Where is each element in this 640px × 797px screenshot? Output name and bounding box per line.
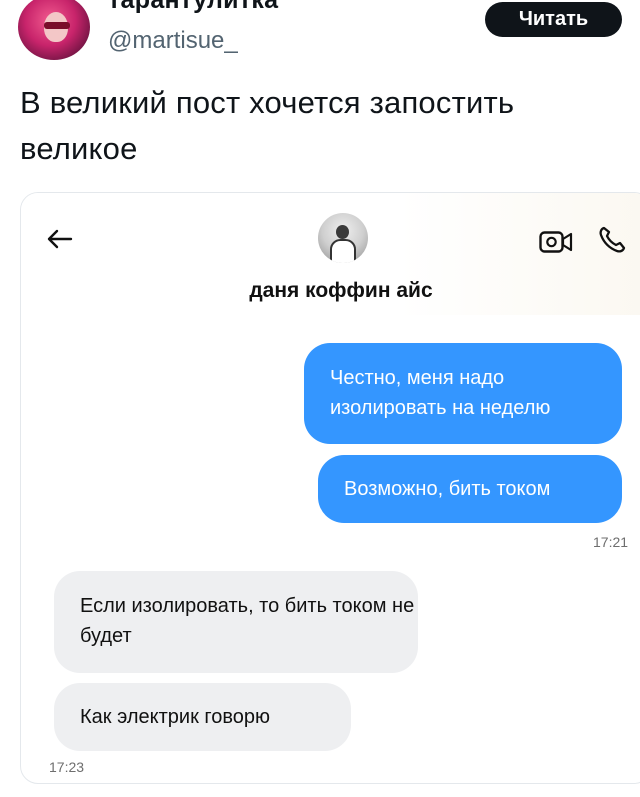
tweet-text: В великий пост хочется запостить великое — [20, 85, 515, 166]
contact-name[interactable]: даня коффин айс — [21, 279, 640, 303]
embedded-chat-screenshot[interactable]: даня коффин айс Честно, меня надо изолир… — [20, 192, 640, 784]
message-bubble-incoming[interactable]: Если изолировать, то бить током не будет — [54, 571, 418, 673]
author-avatar[interactable] — [18, 0, 90, 60]
message-bubble-outgoing[interactable]: Честно, меня надо изолировать на неделю — [304, 343, 622, 444]
arrow-left-icon[interactable] — [45, 227, 73, 251]
message-bubble-outgoing[interactable]: Возможно, бить током — [318, 455, 622, 523]
phone-icon[interactable] — [597, 225, 627, 255]
video-call-icon[interactable] — [539, 231, 573, 253]
message-timestamp: 17:23 — [49, 759, 85, 775]
avatar-glasses — [44, 22, 70, 29]
contact-avatar[interactable] — [318, 213, 368, 263]
message-timestamp: 17:21 — [593, 534, 629, 550]
author-handle[interactable]: @martisue_ — [108, 27, 238, 55]
author-display-name[interactable]: тарантулитка — [108, 0, 278, 15]
chat-header: даня коффин айс — [21, 193, 640, 315]
contact-avatar-body — [330, 239, 356, 263]
message-bubble-incoming[interactable]: Как электрик говорю — [54, 683, 351, 751]
contact-avatar-head — [336, 225, 349, 239]
follow-button[interactable]: Читать — [485, 2, 622, 37]
